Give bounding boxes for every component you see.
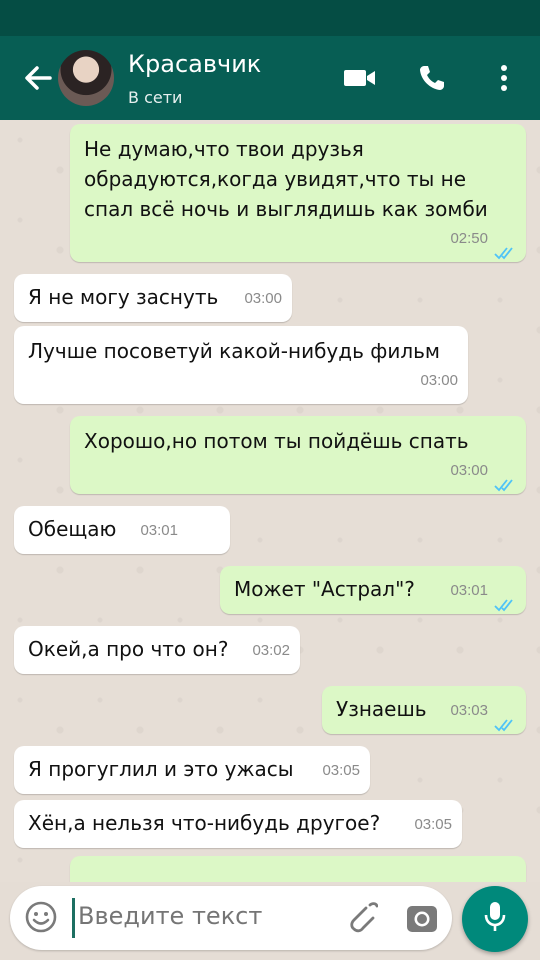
message-text: Окей,а про что он?	[28, 637, 229, 661]
message-bubble-outgoing[interactable]: Может "Астрал"? 03:01	[220, 566, 526, 614]
message-bubble-incoming[interactable]: Окей,а про что он? 03:02	[14, 626, 300, 674]
message-text: Хорошо,но потом ты пойдёшь спать	[84, 429, 469, 453]
message-bubble-incoming[interactable]: Я не могу заснуть 03:00	[14, 274, 292, 322]
message-bubble-incoming[interactable]: Я прогуглил и это ужасы 03:05	[14, 746, 370, 794]
message-text: Лучше посоветуй какой-нибудь фильм	[28, 339, 440, 363]
message-bubble-outgoing[interactable]: Хорошо,но потом ты пойдёшь спать 03:00	[70, 416, 526, 494]
message-time: 03:01	[140, 522, 178, 539]
phone-icon[interactable]	[412, 58, 452, 98]
message-time: 03:00	[450, 462, 488, 479]
message-time: 03:02	[252, 642, 290, 659]
camera-icon[interactable]	[404, 900, 440, 936]
read-ticks-icon	[494, 238, 516, 260]
read-ticks-icon	[494, 710, 516, 732]
message-time: 03:05	[414, 816, 452, 833]
video-call-icon[interactable]	[340, 58, 380, 98]
message-bubble-outgoing[interactable]: Узнаешь 03:03	[322, 686, 526, 734]
text-cursor	[72, 898, 75, 938]
status-bar	[0, 0, 540, 36]
message-bubble-outgoing-partial[interactable]	[70, 856, 526, 882]
contact-status: В сети	[128, 88, 183, 107]
message-bubble-incoming[interactable]: Хён,а нельзя что-нибудь другое? 03:05	[14, 800, 462, 848]
message-list[interactable]: Не думаю,что твои друзья обрадуются,когд…	[0, 120, 540, 882]
message-bubble-incoming[interactable]: Обещаю 03:01	[14, 506, 230, 554]
message-time: 03:00	[420, 372, 458, 389]
avatar[interactable]	[58, 50, 114, 106]
attach-icon[interactable]	[344, 900, 379, 936]
message-time: 03:03	[450, 702, 488, 719]
message-text: Я не могу заснуть	[28, 285, 219, 309]
emoji-icon[interactable]	[24, 900, 58, 934]
back-arrow-icon[interactable]	[20, 58, 56, 98]
message-text: Хён,а нельзя что-нибудь другое?	[28, 811, 381, 835]
chat-header: Красавчик В сети	[0, 36, 540, 120]
message-bubble-outgoing[interactable]: Не думаю,что твои друзья обрадуются,когд…	[70, 124, 526, 262]
message-time: 02:50	[450, 230, 488, 247]
contact-name[interactable]: Красавчик	[128, 50, 261, 78]
message-input[interactable]	[78, 902, 338, 930]
message-time: 03:05	[322, 762, 360, 779]
message-text: Я прогуглил и это ужасы	[28, 757, 294, 781]
message-time: 03:00	[244, 290, 282, 307]
message-text: Не думаю,что твои друзья обрадуются,когд…	[84, 137, 488, 221]
message-time: 03:01	[450, 582, 488, 599]
message-text: Обещаю	[28, 517, 117, 541]
read-ticks-icon	[494, 470, 516, 492]
read-ticks-icon	[494, 590, 516, 612]
message-bubble-incoming[interactable]: Лучше посоветуй какой-нибудь фильм 03:00	[14, 326, 468, 404]
mic-button[interactable]	[462, 886, 528, 952]
message-composer	[10, 886, 452, 950]
mic-icon	[483, 900, 507, 938]
more-icon[interactable]	[484, 58, 524, 98]
